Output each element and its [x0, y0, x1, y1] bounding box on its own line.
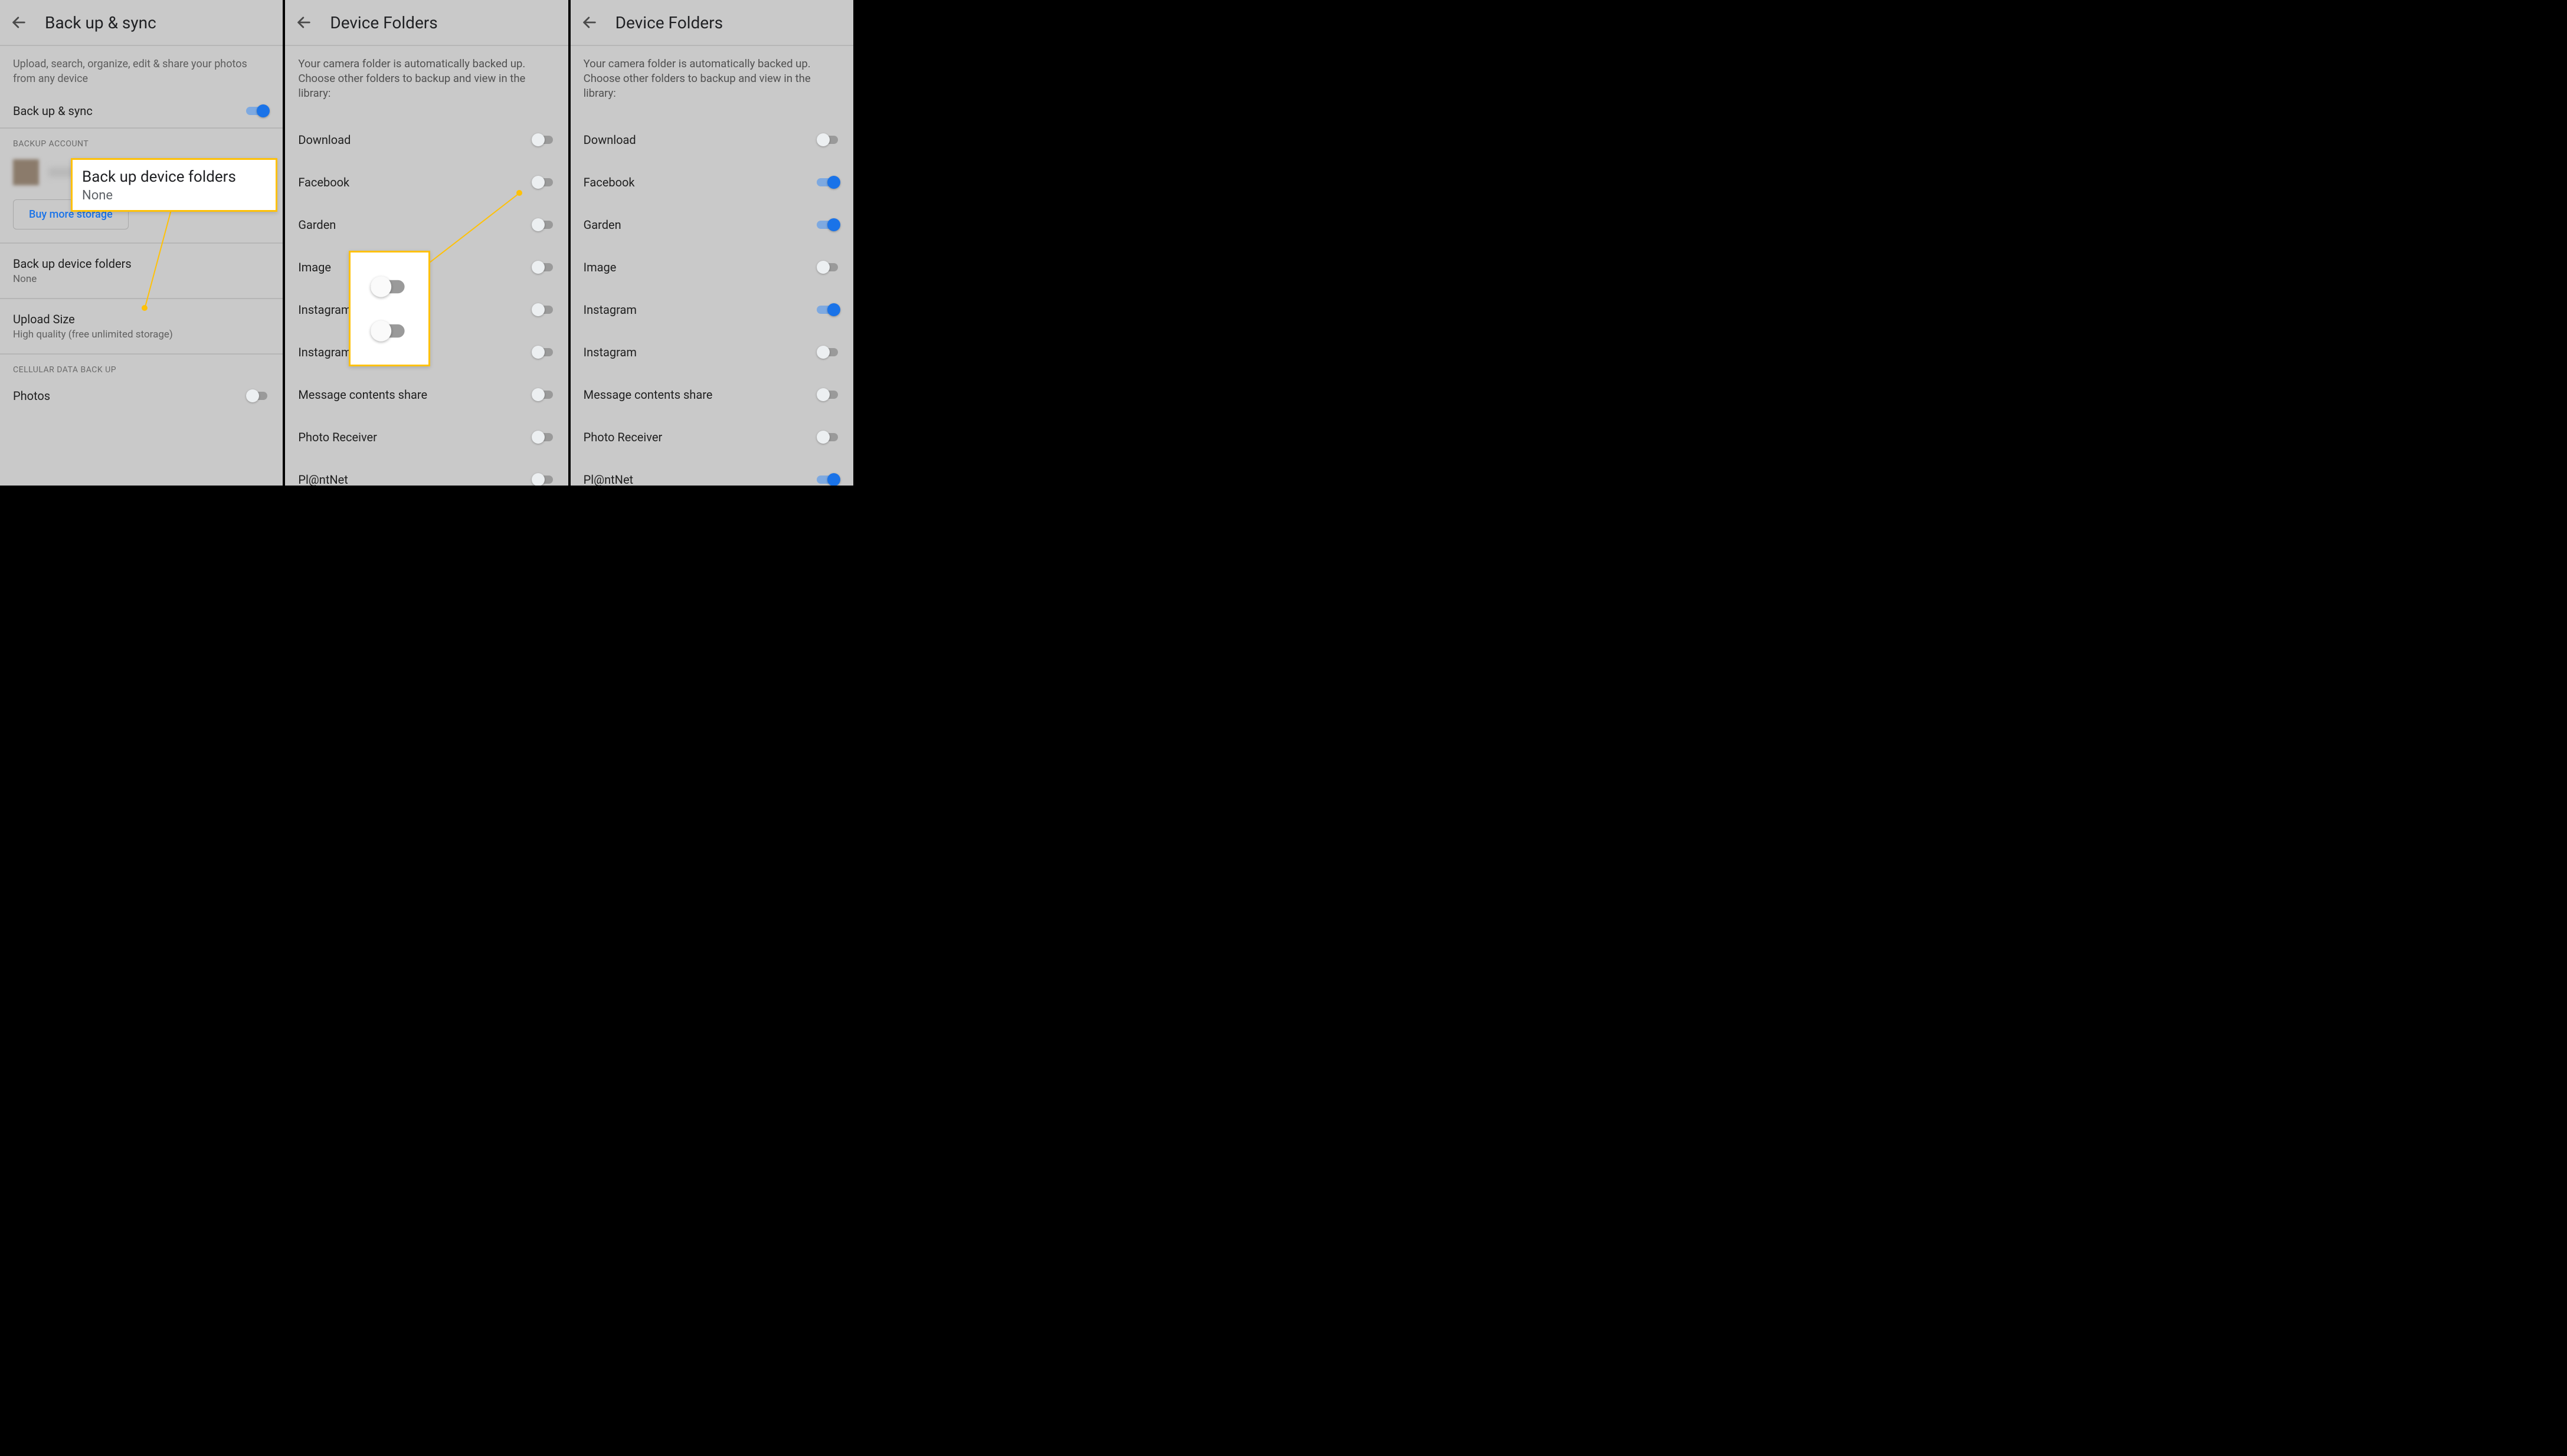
folder-switch[interactable] [817, 345, 840, 359]
backup-sync-label: Back up & sync [13, 104, 93, 118]
folder-label: Photo Receiver [298, 430, 377, 444]
folder-row[interactable]: Garden [285, 204, 568, 246]
page-title: Device Folders [615, 13, 723, 32]
folder-label: Photo Receiver [584, 430, 663, 444]
panel-device-folders-off: Device Folders Your camera folder is aut… [285, 0, 570, 486]
backup-sync-toggle-row[interactable]: Back up & sync [0, 94, 283, 129]
backup-folders-title: Back up device folders [13, 257, 270, 271]
folder-row[interactable]: Download [571, 119, 853, 161]
folder-label: Instagram [298, 345, 351, 359]
folder-label: Image [298, 260, 331, 274]
folder-row[interactable]: Photo Receiver [285, 416, 568, 458]
folder-switch[interactable] [817, 388, 840, 402]
folder-label: Garden [298, 218, 336, 232]
folder-switch[interactable] [532, 175, 555, 189]
folder-switch[interactable] [532, 388, 555, 402]
cellular-section-label: CELLULAR DATA BACK UP [0, 355, 283, 379]
folder-label: Instagram [584, 345, 637, 359]
callout-toggle-switches [349, 251, 430, 366]
folder-row[interactable]: Instagram [571, 288, 853, 331]
folder-label: Pl@ntNet [584, 473, 633, 486]
folder-switch[interactable] [817, 430, 840, 444]
folder-label: Instagram [584, 303, 637, 317]
folder-switch[interactable] [532, 473, 555, 486]
folder-switch[interactable] [532, 430, 555, 444]
folder-row[interactable]: Facebook [285, 161, 568, 204]
folder-row[interactable]: Message contents share [285, 373, 568, 416]
backup-account-section-label: BACKUP ACCOUNT [0, 129, 283, 153]
folder-row[interactable]: Facebook [571, 161, 853, 204]
cellular-photos-label: Photos [13, 389, 50, 403]
panel-device-folders-on: Device Folders Your camera folder is aut… [571, 0, 856, 486]
folder-switch[interactable] [532, 303, 555, 317]
callout-title: Back up device folders [82, 168, 266, 186]
folder-row[interactable]: Download [285, 119, 568, 161]
folder-row[interactable]: Message contents share [571, 373, 853, 416]
header: Device Folders [285, 0, 568, 46]
folder-label: Image [584, 260, 617, 274]
folder-switch[interactable] [817, 473, 840, 486]
folder-label: Facebook [298, 175, 349, 189]
callout-backup-folders: Back up device folders None [71, 158, 277, 212]
upload-size-title: Upload Size [13, 312, 270, 326]
callout-switch-off [371, 275, 408, 297]
folder-row[interactable]: Image [571, 246, 853, 288]
avatar [13, 159, 39, 185]
folder-label: Message contents share [298, 388, 427, 402]
folder-switch[interactable] [817, 175, 840, 189]
folder-row[interactable]: Garden [571, 204, 853, 246]
callout-anchor-dot [142, 305, 148, 311]
callout-switch-off [371, 319, 408, 342]
folder-label: Download [584, 133, 636, 147]
page-title: Device Folders [330, 13, 437, 32]
folder-label: Download [298, 133, 351, 147]
folder-switch[interactable] [817, 218, 840, 232]
back-arrow-icon[interactable] [296, 14, 312, 31]
folder-switch[interactable] [817, 133, 840, 147]
folder-switch[interactable] [532, 133, 555, 147]
back-arrow-icon[interactable] [11, 14, 27, 31]
folders-description: Your camera folder is automatically back… [285, 46, 568, 119]
folder-switch[interactable] [532, 345, 555, 359]
folder-label: Facebook [584, 175, 635, 189]
folder-list: Download Facebook Garden Image Instagram Inst… [571, 119, 853, 486]
backup-device-folders-row[interactable]: Back up device folders None [0, 244, 283, 299]
folder-label: Garden [584, 218, 621, 232]
backup-description: Upload, search, organize, edit & share y… [0, 46, 283, 94]
folder-row[interactable]: Pl@ntNet [285, 458, 568, 486]
folder-label: Pl@ntNet [298, 473, 348, 486]
folder-row[interactable]: Photo Receiver [571, 416, 853, 458]
cellular-photos-switch[interactable] [246, 389, 270, 403]
backup-folders-value: None [13, 273, 270, 285]
panel-backup-sync: Back up & sync Upload, search, organize,… [0, 0, 285, 486]
folder-row[interactable]: Pl@ntNet [571, 458, 853, 486]
backup-sync-switch[interactable] [246, 104, 270, 118]
folder-label: Message contents share [584, 388, 713, 402]
header: Back up & sync [0, 0, 283, 46]
folder-switch[interactable] [532, 260, 555, 274]
folder-label: Instagram [298, 303, 351, 317]
folder-switch[interactable] [817, 260, 840, 274]
page-title: Back up & sync [45, 13, 156, 32]
upload-size-value: High quality (free unlimited storage) [13, 329, 270, 340]
back-arrow-icon[interactable] [581, 14, 598, 31]
callout-value: None [82, 188, 266, 203]
folder-switch[interactable] [532, 218, 555, 232]
cellular-photos-row[interactable]: Photos [0, 379, 283, 412]
header: Device Folders [571, 0, 853, 46]
folder-switch[interactable] [817, 303, 840, 317]
folders-description: Your camera folder is automatically back… [571, 46, 853, 119]
folder-row[interactable]: Instagram [571, 331, 853, 373]
